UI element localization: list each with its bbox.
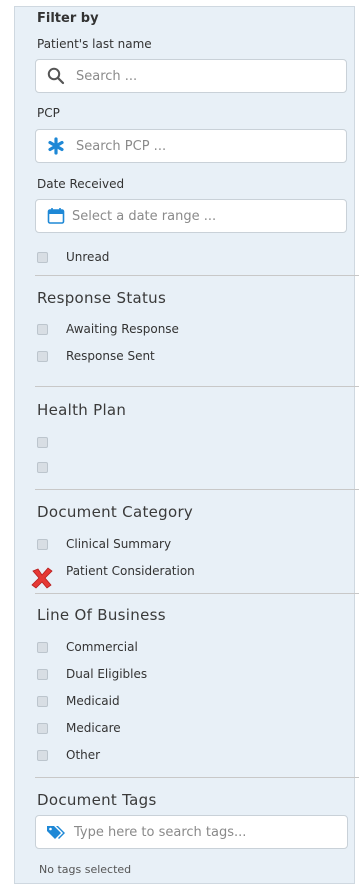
line-of-business-option[interactable]: Medicare: [37, 718, 121, 738]
checkbox[interactable]: [37, 461, 48, 473]
checkbox[interactable]: [37, 538, 48, 550]
option-label: Awaiting Response: [66, 322, 179, 336]
health-plan-title: Health Plan: [37, 401, 127, 419]
checkbox[interactable]: [37, 350, 48, 362]
search-icon: [46, 66, 66, 86]
asterisk-icon: [46, 136, 66, 156]
option-label: Response Sent: [66, 349, 155, 363]
last-name-placeholder: Search ...: [76, 68, 138, 84]
option-label: Clinical Summary: [66, 537, 172, 551]
checkbox[interactable]: [37, 722, 48, 734]
unread-label: Unread: [66, 250, 110, 264]
line-of-business-title: Line Of Business: [37, 606, 166, 624]
filter-by-heading: Filter by: [37, 11, 99, 26]
last-name-search-input[interactable]: Search ...: [35, 59, 347, 93]
line-of-business-option[interactable]: Commercial: [37, 637, 138, 657]
checkbox[interactable]: [37, 323, 48, 335]
unread-checkbox[interactable]: [37, 251, 48, 263]
document-category-title: Document Category: [37, 503, 194, 521]
date-range-placeholder: Select a date range ...: [72, 208, 217, 224]
divider: [35, 593, 359, 594]
line-of-business-option[interactable]: Medicaid: [37, 691, 120, 711]
checkbox[interactable]: [37, 668, 48, 680]
pcp-search-input[interactable]: Search PCP ...: [35, 129, 347, 163]
checkbox[interactable]: [37, 695, 48, 707]
document-category-option[interactable]: Clinical Summary: [37, 534, 171, 554]
unread-option[interactable]: Unread: [37, 247, 109, 267]
option-label: Patient Consideration: [66, 564, 195, 578]
filter-panel: Filter by Patient's last name Search ...…: [14, 6, 359, 884]
health-plan-option[interactable]: [37, 432, 66, 452]
last-name-label: Patient's last name: [37, 37, 152, 51]
checkbox[interactable]: [37, 436, 48, 448]
option-label: Medicare: [66, 721, 121, 735]
checkbox[interactable]: [37, 641, 48, 653]
tags-status: No tags selected: [39, 863, 132, 876]
divider: [35, 489, 359, 490]
calendar-icon: [46, 206, 66, 226]
checkbox[interactable]: [37, 749, 48, 761]
divider: [35, 777, 359, 778]
date-received-label: Date Received: [37, 177, 125, 191]
date-range-input[interactable]: Select a date range ...: [35, 199, 347, 233]
line-of-business-option[interactable]: Dual Eligibles: [37, 664, 147, 684]
response-status-option[interactable]: Awaiting Response: [37, 319, 179, 339]
tags-placeholder: Type here to search tags...: [74, 824, 247, 840]
response-status-option[interactable]: Response Sent: [37, 346, 155, 366]
tags-search-input[interactable]: Type here to search tags...: [35, 815, 348, 849]
option-label: Other: [66, 748, 101, 762]
divider: [35, 275, 359, 276]
response-status-title: Response Status: [37, 289, 167, 307]
tag-icon: [46, 822, 66, 842]
line-of-business-option[interactable]: Other: [37, 745, 100, 765]
pcp-label: PCP: [37, 106, 60, 120]
document-category-option[interactable]: Patient Consideration: [37, 561, 195, 581]
close-icon[interactable]: [30, 566, 54, 590]
option-label: Commercial: [66, 640, 138, 654]
divider: [35, 386, 359, 387]
document-tags-title: Document Tags: [37, 791, 157, 809]
pcp-placeholder: Search PCP ...: [76, 138, 167, 154]
option-label: Dual Eligibles: [66, 667, 148, 681]
option-label: Medicaid: [66, 694, 120, 708]
health-plan-option[interactable]: [37, 457, 66, 477]
